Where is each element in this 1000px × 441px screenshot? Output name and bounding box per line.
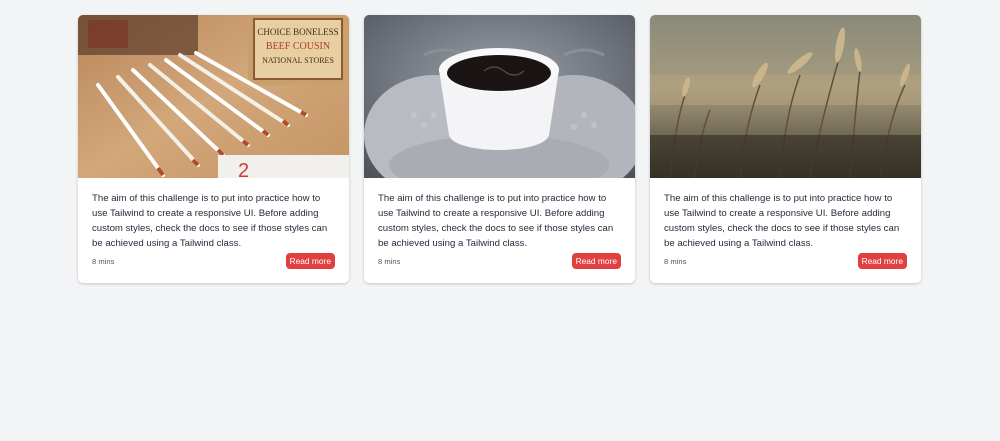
card-footer: 8 mins Read more bbox=[664, 253, 907, 269]
read-more-button[interactable]: Read more bbox=[571, 253, 621, 269]
read-time: 8 mins bbox=[664, 256, 687, 266]
card-footer: 8 mins Read more bbox=[92, 253, 335, 269]
read-time: 8 mins bbox=[378, 256, 401, 266]
read-more-button[interactable]: Read more bbox=[285, 253, 335, 269]
svg-text:NATIONAL STORES: NATIONAL STORES bbox=[262, 56, 334, 65]
card-body: The aim of this challenge is to put into… bbox=[78, 178, 349, 253]
card-image-pencils: CHOICE BONELESS BEEF COUSIN NATIONAL STO… bbox=[78, 15, 349, 178]
card-image-wheat bbox=[650, 15, 921, 178]
read-more-button[interactable]: Read more bbox=[857, 253, 907, 269]
card-grid: CHOICE BONELESS BEEF COUSIN NATIONAL STO… bbox=[78, 15, 921, 283]
card-body: The aim of this challenge is to put into… bbox=[650, 178, 921, 253]
card-body: The aim of this challenge is to put into… bbox=[364, 178, 635, 253]
card: The aim of this challenge is to put into… bbox=[650, 15, 921, 283]
svg-text:CHOICE BONELESS: CHOICE BONELESS bbox=[257, 27, 338, 37]
card-description: The aim of this challenge is to put into… bbox=[664, 193, 900, 249]
card-description: The aim of this challenge is to put into… bbox=[378, 193, 614, 249]
card-description: The aim of this challenge is to put into… bbox=[92, 193, 328, 249]
read-time: 8 mins bbox=[92, 256, 115, 266]
page: CHOICE BONELESS BEEF COUSIN NATIONAL STO… bbox=[0, 0, 1000, 441]
svg-text:2: 2 bbox=[238, 160, 249, 178]
card-image-coffee bbox=[364, 15, 635, 178]
card-footer: 8 mins Read more bbox=[378, 253, 621, 269]
card: The aim of this challenge is to put into… bbox=[364, 15, 635, 283]
card: CHOICE BONELESS BEEF COUSIN NATIONAL STO… bbox=[78, 15, 349, 283]
svg-text:BEEF COUSIN: BEEF COUSIN bbox=[266, 41, 330, 52]
